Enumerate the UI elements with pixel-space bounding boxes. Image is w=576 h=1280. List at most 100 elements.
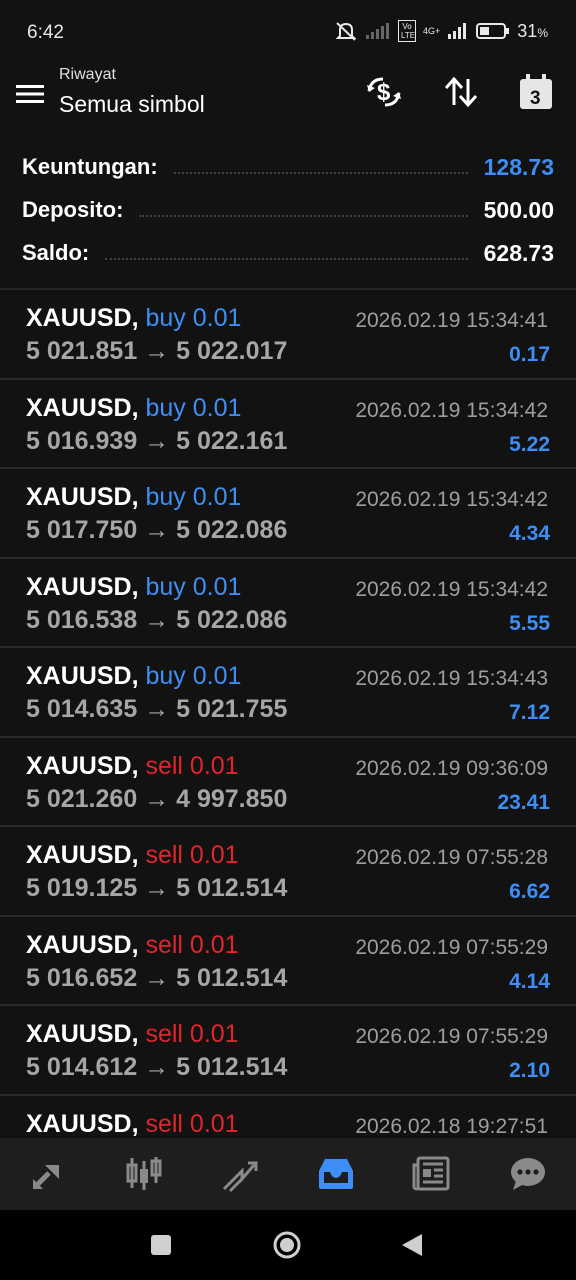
trade-prices: 5 017.750 → 5 022.086: [26, 516, 287, 545]
trade-list[interactable]: XAUUSD, buy 0.01 5 021.851 → 5 022.017 202…: [0, 290, 576, 1140]
trade-row[interactable]: XAUUSD, buy 0.01 5 016.538 → 5 022.086 202…: [0, 559, 576, 648]
trade-profit: 4.14: [509, 969, 550, 993]
trade-open-price: 5 019.125: [26, 874, 138, 902]
arrow-icon: →: [144, 1053, 170, 1081]
trade-symbol: XAUUSD,: [26, 1020, 139, 1048]
nav-chart[interactable]: [96, 1138, 192, 1210]
volte-badge: Vo LTE: [398, 20, 417, 42]
trade-close-price: 5 012.514: [176, 1053, 288, 1081]
trade-open-price: 5 014.612: [26, 1053, 138, 1081]
trade-side: sell 0.01: [145, 930, 239, 959]
trade-prices: 5 016.652 → 5 012.514: [26, 964, 287, 993]
arrow-icon: →: [144, 874, 170, 902]
trade-close-price: 5 022.086: [176, 516, 288, 544]
deposit-label: Deposito:: [22, 197, 124, 222]
profit-label: Keuntungan:: [22, 154, 158, 179]
trade-close-price: 5 012.514: [176, 874, 288, 902]
trade-row[interactable]: XAUUSD, sell 0.01 5 014.612 → 5 012.514 20…: [0, 1006, 576, 1096]
trade-symbol: XAUUSD,: [26, 1109, 139, 1138]
trade-prices: 5 014.612 → 5 012.514: [26, 1053, 287, 1082]
arrow-icon: →: [144, 605, 170, 634]
trade-title: XAUUSD, sell 0.01: [26, 931, 239, 960]
system-nav-bar: [0, 1210, 576, 1280]
trade-close-price: 5 022.161: [176, 426, 288, 455]
trade-side: buy 0.01: [145, 483, 242, 511]
trade-profit: 7.12: [509, 701, 550, 724]
profit-row: Keuntungan: 128.73: [22, 152, 554, 182]
trade-row[interactable]: XAUUSD, sell 0.01 2026.02.18 19:27:51: [0, 1096, 576, 1141]
deposit-row: Deposito: 500.00: [22, 195, 554, 225]
calendar-day: 3: [530, 88, 541, 109]
recents-button[interactable]: [150, 1234, 172, 1256]
trade-icon: [222, 1161, 258, 1193]
trade-row[interactable]: XAUUSD, buy 0.01 5 014.635 → 5 021.755 202…: [0, 648, 576, 738]
trade-row[interactable]: XAUUSD, buy 0.01 5 017.750 → 5 022.086 202…: [0, 469, 576, 559]
alarm-off-icon: [335, 22, 357, 41]
dot-leader: [173, 172, 468, 174]
calendar-button[interactable]: 3: [516, 72, 556, 112]
trade-open-price: 5 021.260: [26, 784, 138, 813]
trade-profit: 4.34: [509, 522, 550, 545]
nav-history[interactable]: [288, 1138, 384, 1210]
history-icon: [319, 1159, 353, 1189]
trade-symbol: XAUUSD,: [26, 572, 139, 601]
trade-profit: 5.55: [509, 611, 550, 635]
trade-prices: 5 016.538 → 5 022.086: [26, 606, 287, 635]
sort-icon: [444, 76, 478, 108]
trade-row[interactable]: XAUUSD, buy 0.01 5 021.851 → 5 022.017 202…: [0, 290, 576, 380]
trade-time: 2026.02.19 07:55:29: [355, 1025, 548, 1048]
symbol-filter[interactable]: Semua simbol: [59, 91, 205, 118]
nav-trade[interactable]: [192, 1138, 288, 1210]
trade-symbol: XAUUSD,: [26, 304, 139, 332]
balance-row: Saldo: 628.73: [22, 238, 554, 268]
sort-button[interactable]: [441, 72, 481, 112]
trade-row[interactable]: XAUUSD, buy 0.01 5 016.939 → 5 022.161 202…: [0, 380, 576, 469]
back-button[interactable]: [400, 1232, 424, 1258]
trade-row[interactable]: XAUUSD, sell 0.01 5 016.652 → 5 012.514 20…: [0, 917, 576, 1006]
news-icon: [412, 1156, 450, 1191]
trade-symbol: XAUUSD,: [26, 662, 139, 690]
quotes-icon: [33, 1165, 59, 1189]
arrow-icon: →: [144, 963, 170, 992]
trade-title: XAUUSD, buy 0.01: [26, 394, 241, 423]
trade-close-price: 5 012.514: [176, 963, 288, 992]
nav-chat[interactable]: [480, 1138, 576, 1210]
balance-label: Saldo:: [22, 240, 90, 265]
menu-icon[interactable]: [16, 80, 44, 108]
status-time: 6:42: [27, 22, 64, 43]
trade-symbol: XAUUSD,: [26, 930, 139, 959]
deposit-value: 500.00: [483, 196, 554, 223]
trade-row[interactable]: XAUUSD, sell 0.01 5 021.260 → 4 997.850 20…: [0, 738, 576, 827]
trade-open-price: 5 016.652: [26, 963, 138, 992]
arrow-icon: →: [144, 337, 170, 365]
dot-leader: [139, 215, 468, 217]
trade-time: 2026.02.19 15:34:43: [355, 667, 548, 690]
trade-time: 2026.02.19 15:34:41: [355, 309, 548, 332]
trade-title: XAUUSD, buy 0.01: [26, 483, 241, 512]
trade-prices: 5 021.851 → 5 022.017: [26, 337, 287, 366]
bottom-nav: [0, 1138, 576, 1210]
status-icons: Vo LTE 4G+ 31%: [334, 20, 548, 42]
trade-symbol: XAUUSD,: [26, 751, 139, 780]
nav-quotes[interactable]: [0, 1138, 96, 1210]
trade-row[interactable]: XAUUSD, sell 0.01 5 019.125 → 5 012.514 20…: [0, 827, 576, 917]
trade-open-price: 5 014.635: [26, 695, 138, 723]
trade-prices: 5 014.635 → 5 021.755: [26, 695, 287, 724]
dot-leader: [105, 258, 468, 260]
nav-news[interactable]: [384, 1138, 480, 1210]
trade-title: XAUUSD, buy 0.01: [26, 304, 241, 333]
trade-time: 2026.02.19 15:34:42: [355, 488, 548, 511]
signal-weak-icon: [366, 23, 390, 39]
signal-strong-icon: [448, 23, 467, 39]
currency-exchange-button[interactable]: $: [364, 72, 404, 112]
network-type: 4G+: [423, 26, 441, 36]
status-bar: 6:42 Vo LTE 4G+ 31%: [0, 0, 576, 64]
chat-icon: [511, 1158, 545, 1190]
trade-side: buy 0.01: [145, 662, 242, 690]
trade-open-price: 5 017.750: [26, 516, 138, 544]
trade-symbol: XAUUSD,: [26, 393, 139, 422]
arrow-icon: →: [144, 516, 170, 544]
trade-close-price: 4 997.850: [176, 784, 288, 813]
trade-title: XAUUSD, buy 0.01: [26, 573, 241, 602]
home-button[interactable]: [272, 1230, 302, 1260]
